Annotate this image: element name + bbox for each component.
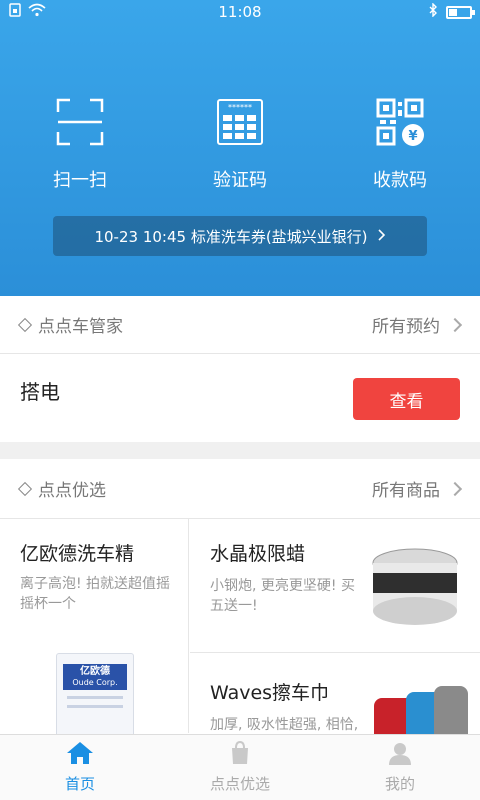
scan-label: 扫一扫: [53, 170, 107, 191]
battery-icon: [446, 5, 475, 19]
tab-label: 首页: [64, 775, 95, 793]
tab-label: 我的: [384, 775, 415, 793]
product-image: [370, 684, 470, 734]
verify-code-label: 验证码: [213, 170, 267, 191]
picks-section: 点点优选 所有商品 亿欧德洗车精 离子高泡! 拍就送超值摇摇杯一个 亿欧德 Ou…: [0, 459, 480, 734]
coupon-text: 10-23 10:45 标准洗车券(盐城兴业银行): [94, 227, 368, 246]
tab-home[interactable]: 首页: [0, 735, 160, 800]
more-label: 所有商品: [372, 481, 440, 501]
payment-code-action[interactable]: ¥ 收款码: [320, 96, 480, 192]
product-card[interactable]: 亿欧德洗车精 离子高泡! 拍就送超值摇摇杯一个 亿欧德 Oude Corp.: [0, 519, 189, 734]
chevron-right-icon: [447, 481, 463, 496]
keypad-icon: ******: [214, 96, 266, 148]
verify-code-action[interactable]: ****** 验证码: [160, 96, 320, 192]
product-desc: 离子高泡! 拍就送超值摇摇杯一个: [20, 576, 171, 612]
brand-text: 亿欧德: [80, 666, 110, 677]
brand-sub: Oude Corp.: [72, 678, 118, 687]
service-name: 搭电: [20, 380, 60, 404]
section-title: 点点优选: [38, 481, 106, 501]
diamond-icon: [17, 317, 33, 332]
payment-code-label: 收款码: [373, 170, 427, 191]
clock: 11:08: [218, 3, 262, 21]
all-products-link[interactable]: 所有商品: [372, 476, 463, 501]
section-title: 点点车管家: [38, 317, 123, 337]
product-name: 水晶极限蜡: [210, 543, 306, 565]
product-image: 亿欧德 Oude Corp.: [56, 653, 134, 734]
all-appointments-link[interactable]: 所有预约: [372, 312, 463, 337]
bottom-tab-bar: 首页 点点优选 我的: [0, 734, 480, 800]
chevron-right-icon: [447, 317, 463, 332]
diamond-icon: [17, 481, 33, 496]
product-card[interactable]: Waves擦车巾 加厚, 吸水性超强, 相恰, 颜色丰富: [190, 654, 480, 734]
scan-icon: [54, 96, 106, 148]
hero-panel: 11:08 扫一扫 ****** 验证码 ¥ 收款码 10-23 10:45 标…: [0, 0, 480, 296]
shopping-bag-icon: [228, 740, 252, 769]
more-label: 所有预约: [372, 317, 440, 337]
chevron-right-icon: [377, 227, 386, 245]
car-butler-section: 点点车管家 所有预约 搭电 查看: [0, 296, 480, 442]
tab-picks[interactable]: 点点优选: [160, 735, 320, 800]
qr-payment-icon: ¥: [374, 96, 426, 148]
profile-icon: [388, 741, 412, 769]
product-name: Waves擦车巾: [210, 682, 330, 704]
view-button[interactable]: 查看: [353, 378, 460, 420]
product-name: 亿欧德洗车精: [20, 543, 135, 565]
svg-text:¥: ¥: [408, 129, 417, 144]
svg-text:******: ******: [228, 103, 252, 112]
product-desc: 小钢炮, 更亮更坚硬! 买五送一!: [210, 578, 355, 614]
product-desc: 加厚, 吸水性超强, 相恰, 颜色丰富: [210, 717, 359, 733]
coupon-banner[interactable]: 10-23 10:45 标准洗车券(盐城兴业银行): [53, 216, 427, 256]
scan-action[interactable]: 扫一扫: [0, 96, 160, 192]
tab-label: 点点优选: [209, 775, 270, 793]
product-image: [370, 541, 460, 631]
status-bar: 11:08: [0, 0, 480, 24]
home-icon: [66, 741, 94, 769]
tab-mine[interactable]: 我的: [320, 735, 480, 800]
product-card[interactable]: 水晶极限蜡 小钢炮, 更亮更坚硬! 买五送一!: [190, 519, 480, 653]
service-row: 搭电 查看: [0, 354, 480, 442]
